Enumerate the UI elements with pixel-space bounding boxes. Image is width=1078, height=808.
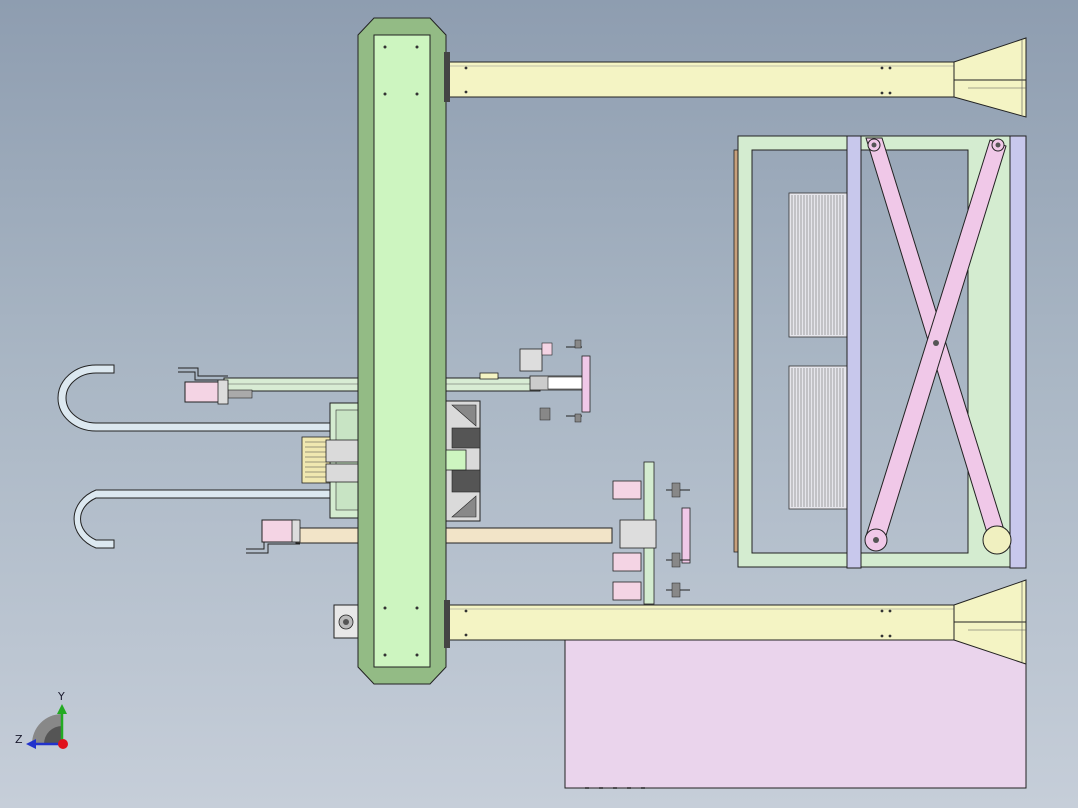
- lower-gripper[interactable]: [612, 461, 691, 605]
- main-vertical-column[interactable]: [357, 17, 450, 685]
- upper-servo-motor[interactable]: [184, 379, 229, 405]
- x-axis-arrow-icon: [58, 739, 68, 749]
- gearbox-assembly[interactable]: [445, 400, 481, 522]
- carriage-block[interactable]: [301, 402, 361, 519]
- view-orientation-triad: Y Z: [15, 690, 68, 749]
- column-base-motor[interactable]: [333, 604, 359, 639]
- base-cabinet[interactable]: [564, 639, 1027, 789]
- lift-post-right[interactable]: [1009, 135, 1027, 569]
- lower-slide-bar[interactable]: [295, 527, 613, 544]
- upper-gripper[interactable]: [519, 339, 591, 423]
- triad-y-label: Y: [57, 690, 65, 703]
- lift-frame[interactable]: [733, 135, 1011, 568]
- lift-post-left[interactable]: [846, 135, 862, 569]
- sheet-stack-lower[interactable]: [788, 365, 848, 510]
- sheet-stack-upper[interactable]: [788, 192, 848, 338]
- top-beam[interactable]: [445, 37, 1027, 118]
- lower-servo-motor[interactable]: [261, 519, 301, 543]
- cad-viewport[interactable]: Y Z: [0, 0, 1078, 808]
- triad-z-label: Z: [15, 733, 23, 746]
- cable-guide-upper: [178, 367, 228, 381]
